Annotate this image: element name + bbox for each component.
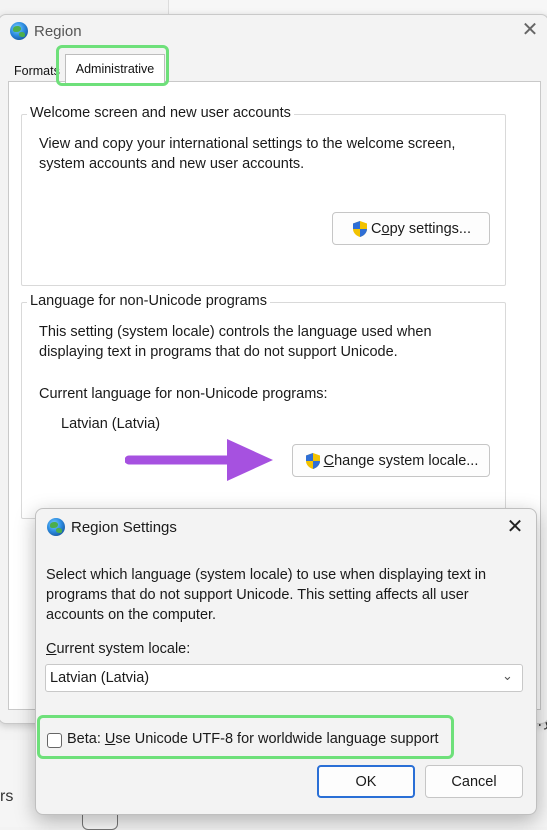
- change-system-locale-label: Change system locale...: [323, 452, 479, 469]
- cancel-button[interactable]: Cancel: [425, 765, 523, 798]
- uac-shield-icon: [353, 220, 368, 237]
- chevron-down-icon[interactable]: ⌄: [502, 668, 513, 684]
- current-language-value: Latvian (Latvia): [61, 416, 161, 432]
- close-icon[interactable]: ✕: [520, 20, 540, 40]
- copy-settings-button[interactable]: Copy settings...: [332, 212, 490, 245]
- welcome-group-title: Welcome screen and new user accounts: [27, 105, 294, 121]
- dialog-description: Select which language (system locale) to…: [46, 567, 487, 623]
- welcome-description: View and copy your international setting…: [39, 136, 456, 172]
- beta-utf8-label[interactable]: Beta: Use Unicode UTF-8 for worldwide la…: [67, 731, 439, 747]
- copy-settings-label: Copy settings...: [371, 220, 471, 237]
- system-locale-value: Latvian (Latvia): [50, 670, 150, 686]
- uac-shield-icon: [305, 452, 320, 469]
- window-title: Region: [34, 23, 82, 40]
- ok-button[interactable]: OK: [317, 765, 415, 798]
- change-system-locale-button[interactable]: Change system locale...: [292, 444, 490, 477]
- background-text: rs: [0, 788, 14, 805]
- close-icon[interactable]: ✕: [505, 516, 525, 538]
- tab-highlight-annotation: [56, 45, 169, 86]
- globe-icon: [47, 518, 65, 536]
- background-window-edge: [168, 0, 547, 14]
- globe-icon: [10, 22, 28, 40]
- non-unicode-group-title: Language for non-Unicode programs: [27, 293, 270, 309]
- non-unicode-description: This setting (system locale) controls th…: [39, 324, 432, 360]
- current-language-label: Current language for non-Unicode program…: [39, 386, 328, 402]
- dialog-title: Region Settings: [71, 519, 177, 536]
- arrow-annotation-icon: [125, 439, 273, 481]
- beta-utf8-checkbox[interactable]: [47, 733, 62, 748]
- current-system-locale-label: Current system locale:: [46, 641, 191, 657]
